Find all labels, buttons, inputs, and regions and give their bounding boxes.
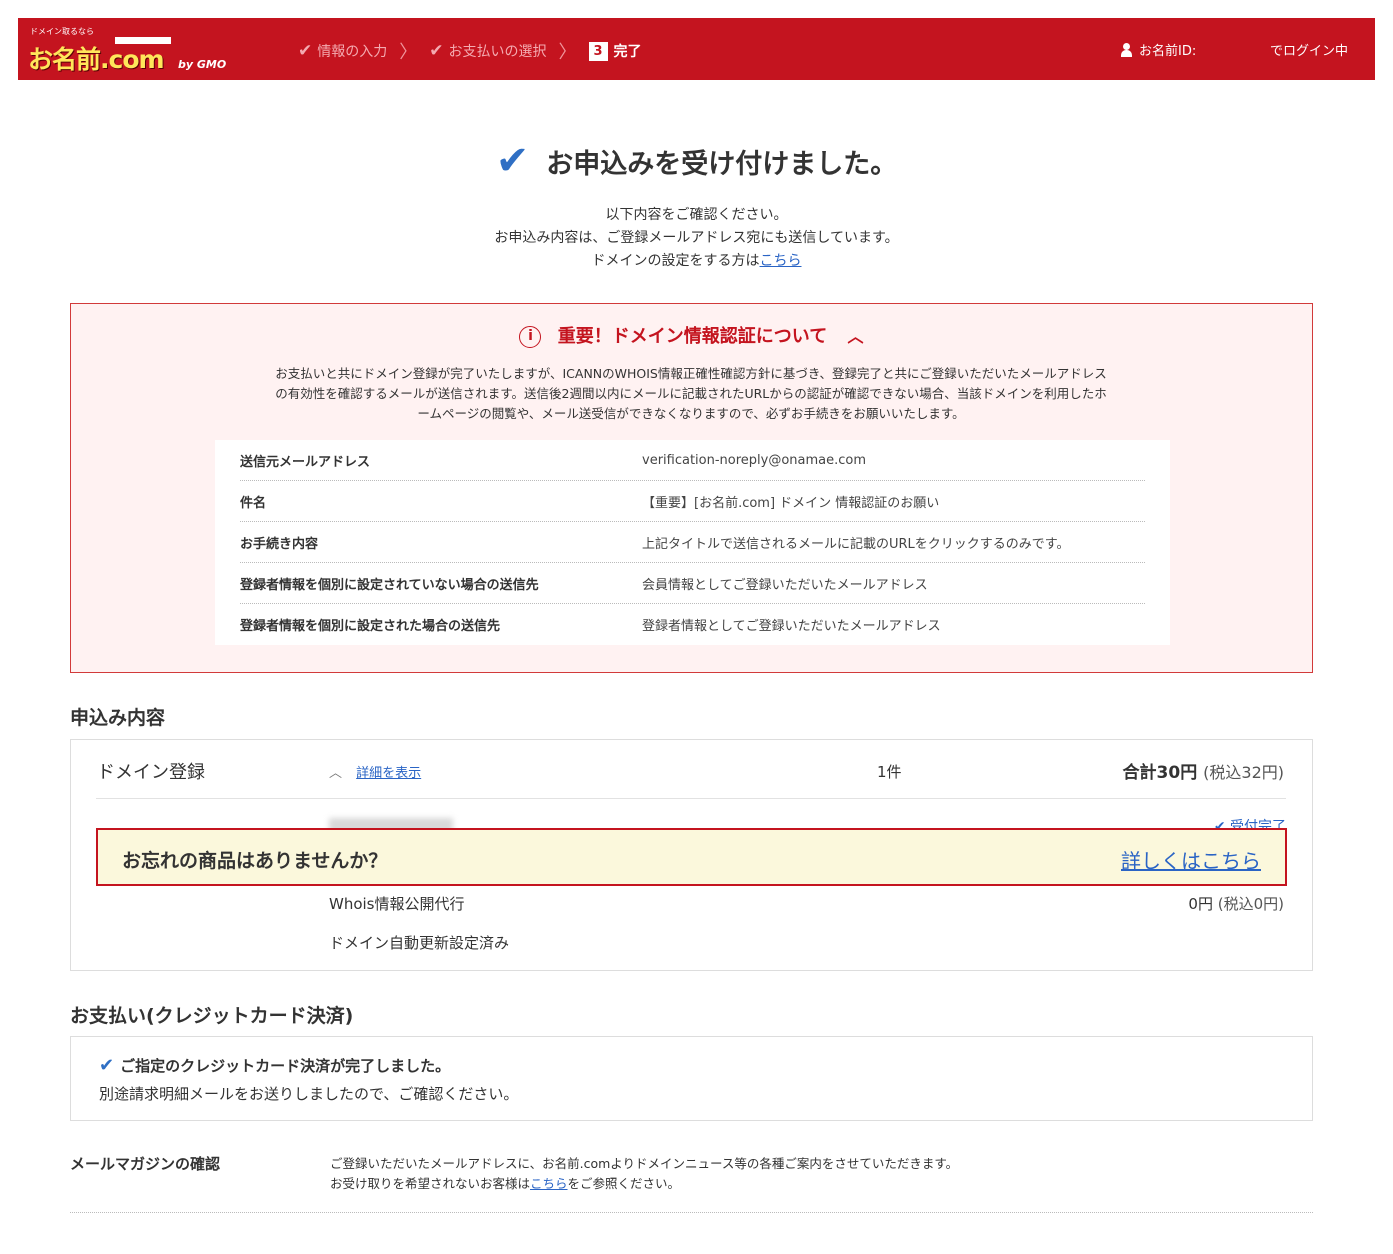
table-row: 送信元メールアドレス verification-noreply@onamae.c… (240, 440, 1145, 481)
notice-table: 送信元メールアドレス verification-noreply@onamae.c… (215, 440, 1170, 645)
item-count: 1件 (877, 763, 902, 781)
table-row: お手続き内容 上記タイトルで送信されるメールに記載のURLをクリックするのみです… (240, 522, 1145, 563)
total-tax: (税込32円) (1203, 763, 1284, 782)
payment-heading: お支払い(クレジットカード決済) (70, 1005, 354, 1027)
step-info-input: ✔ 情報の入力 (298, 41, 387, 61)
divider (96, 798, 1286, 799)
check-icon: ✔ (298, 41, 313, 61)
chevron-up-icon[interactable]: ︿ (848, 323, 864, 347)
whois-tax: (税込0円) (1217, 895, 1284, 913)
step-label: 情報の入力 (317, 44, 388, 60)
domain-settings-link[interactable]: こちら (760, 253, 802, 269)
mail-magazine-link[interactable]: こちら (530, 1176, 568, 1191)
user-icon (1121, 42, 1132, 57)
logo-gmo: by GMO (178, 58, 227, 71)
table-row: 件名 【重要】[お名前.com] ドメイン 情報認証のお願い (240, 481, 1145, 522)
whois-price: 0円 (税込0円) (1188, 893, 1284, 914)
mail-magazine-label: メールマガジンの確認 (70, 1155, 221, 1173)
verification-notice: i 重要！ドメイン情報認証について ︿ お支払いと共にドメイン登録が完了いたしま… (70, 303, 1313, 673)
mail-magazine-text: ご登録いただいたメールアドレスに、お名前.comよりドメインニュース等の各種ご案… (330, 1154, 958, 1194)
info-icon: i (519, 326, 542, 348)
row-value: 会員情報としてご登録いただいたメールアドレス (642, 577, 928, 593)
total-price: 合計30円 (1122, 763, 1198, 783)
notice-body-line: の有効性を確認するメールが送信されます。送信後2週間以内にメールに記載されたUR… (275, 386, 1107, 401)
whois-price-value: 0円 (1188, 895, 1213, 913)
login-status: でログイン中 (1270, 44, 1349, 59)
table-row: 登録者情報を個別に設定された場合の送信先 登録者情報としてご登録いただいたメール… (240, 604, 1145, 645)
mail-magazine-line: お受け取りを希望されないお客様はこちらをご参照ください。 (330, 1174, 958, 1194)
reminder-banner: お忘れの商品はありませんか？ 詳しくはこちら (96, 828, 1287, 886)
step-payment-select: ✔ お支払いの選択 (429, 41, 546, 61)
whois-proxy-label: Whois情報公開代行 (329, 895, 465, 913)
notice-body: お支払いと共にドメイン登録が完了いたしますが、ICANNのWHOIS情報正確性確… (211, 364, 1171, 424)
order-heading: 申込み内容 (70, 707, 166, 729)
intro-text-prefix: ドメインの設定をする方は (591, 253, 760, 269)
reminder-link[interactable]: 詳しくはこちら (1121, 845, 1261, 874)
onamae-logo[interactable]: ドメイン取るなら お名前.com by GMO (28, 26, 228, 74)
order-total: 合計30円 (税込32円) (1123, 758, 1284, 783)
reminder-text: お忘れの商品はありませんか？ (122, 850, 388, 872)
top-header: ドメイン取るなら お名前.com by GMO ✔ 情報の入力 〉 ✔ お支払い… (18, 18, 1375, 80)
divider (70, 1212, 1313, 1213)
notice-heading[interactable]: i 重要！ドメイン情報認証について ︿ (71, 322, 1312, 348)
intro-text: 以下内容をご確認ください。 お申込み内容は、ご登録メールアドレス宛にも送信してい… (0, 204, 1393, 273)
mail-magazine-line: ご登録いただいたメールアドレスに、お名前.comよりドメインニュース等の各種ご案… (330, 1156, 959, 1171)
row-key: お手続き内容 (240, 536, 319, 552)
table-row: 登録者情報を個別に設定されていない場合の送信先 会員情報としてご登録いただいたメ… (240, 563, 1145, 604)
check-icon: ✔ (99, 1055, 115, 1076)
row-value: 登録者情報としてご登録いただいたメールアドレス (642, 619, 941, 634)
intro-line: ドメインの設定をする方はこちら (0, 250, 1393, 273)
step-number: 3 (588, 41, 608, 61)
intro-line: お申込み内容は、ご登録メールアドレス宛にも送信しています。 (494, 230, 899, 246)
show-detail-link[interactable]: 詳細を表示 (356, 766, 421, 781)
completion-title: ✔ お申込みを受け付けました。 (0, 138, 1393, 184)
mm-prefix: お受け取りを希望されないお客様は (330, 1176, 531, 1191)
step-label: 完了 (613, 44, 642, 60)
notice-heading-text: 重要！ドメイン情報認証について (557, 326, 828, 347)
check-icon: ✔ (495, 138, 530, 184)
payment-box: ✔ ご指定のクレジットカード決済が完了しました。 別途請求明細メールをお送りしまし… (70, 1036, 1313, 1121)
notice-body-line: お支払いと共にドメイン登録が完了いたしますが、ICANNのWHOIS情報正確性確… (275, 366, 1107, 381)
row-value: 【重要】[お名前.com] ドメイン 情報認証のお願い (642, 495, 940, 511)
payment-note: 別途請求明細メールをお送りしましたので、ご確認ください。 (99, 1085, 519, 1103)
progress-steps: ✔ 情報の入力 〉 ✔ お支払いの選択 〉 3 完了 (298, 38, 642, 64)
row-key: 登録者情報を個別に設定されていない場合の送信先 (240, 577, 539, 593)
intro-line: 以下内容をご確認ください。 (605, 207, 788, 223)
auto-renew-label: ドメイン自動更新設定済み (329, 934, 510, 952)
step-complete: 3 完了 (588, 41, 642, 61)
detail-toggle[interactable]: ︿ 詳細を表示 (329, 762, 421, 781)
notice-body-line: ームページの閲覧や、メール送受信ができなくなりますので、必ずお手続きをお願いいた… (417, 406, 965, 421)
user-id-label: お名前ID: (1139, 44, 1197, 59)
chevron-right-icon: 〉 (399, 42, 418, 63)
row-value: 上記タイトルで送信されるメールに記載のURLをクリックするのみです。 (642, 536, 1070, 552)
user-id: お名前ID: (1121, 40, 1196, 59)
row-value: verification-noreply@onamae.com (642, 452, 867, 468)
payment-status: ✔ ご指定のクレジットカード決済が完了しました。 (99, 1055, 450, 1076)
payment-status-text: ご指定のクレジットカード決済が完了しました。 (120, 1057, 451, 1075)
page-title: お申込みを受け付けました。 (546, 148, 898, 180)
row-key: 送信元メールアドレス (240, 454, 371, 470)
row-key: 件名 (240, 495, 267, 511)
chevron-up-icon: ︿ (329, 766, 343, 781)
domain-registration-label: ドメイン登録 (97, 762, 205, 783)
logo-tagline: ドメイン取るなら (30, 27, 94, 36)
logo-brand: お名前.com (28, 45, 165, 74)
step-label: お支払いの選択 (448, 44, 547, 60)
row-key: 登録者情報を個別に設定された場合の送信先 (240, 619, 501, 634)
check-icon: ✔ (429, 41, 444, 61)
mm-suffix: をご参照ください。 (567, 1176, 681, 1191)
chevron-right-icon: 〉 (558, 42, 577, 63)
